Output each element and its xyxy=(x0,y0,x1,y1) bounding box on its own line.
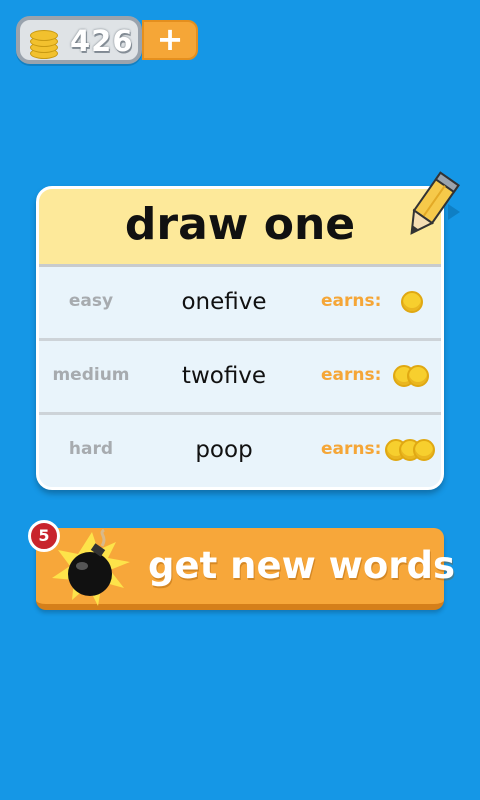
coin-icon xyxy=(401,291,423,313)
word-text: poop xyxy=(195,437,253,463)
card-title: draw one xyxy=(124,199,356,250)
word-option-easy[interactable]: easy onefive earns: xyxy=(39,267,441,341)
buy-coins-button[interactable]: + xyxy=(142,20,198,60)
card-header: draw one xyxy=(39,189,441,267)
earns-label: earns: xyxy=(321,291,382,311)
difficulty-label: hard xyxy=(68,439,114,459)
word-text: onefive xyxy=(181,289,267,315)
coin-stack-icon xyxy=(30,28,58,59)
earns-label: earns: xyxy=(321,365,382,385)
earns-label: earns: xyxy=(321,439,382,459)
word-option-medium[interactable]: medium twofive earns: xyxy=(39,341,441,415)
word-text: twofive xyxy=(181,363,267,389)
coin-count: 426 xyxy=(70,24,134,58)
difficulty-label: easy xyxy=(68,291,114,311)
word-option-hard[interactable]: hard poop earns: xyxy=(39,415,441,487)
get-new-words-label: get new words xyxy=(148,544,456,587)
coin-icon xyxy=(407,365,429,387)
coin-icon xyxy=(413,439,435,461)
word-choice-card: draw one easy onefive earns: medium twof… xyxy=(36,186,444,490)
coin-balance: 426 + xyxy=(16,16,198,68)
bomb-count-badge: 5 xyxy=(28,520,60,552)
difficulty-label: medium xyxy=(52,365,130,385)
pencil-icon xyxy=(410,171,460,235)
coin-balance-pill: 426 xyxy=(16,16,142,64)
